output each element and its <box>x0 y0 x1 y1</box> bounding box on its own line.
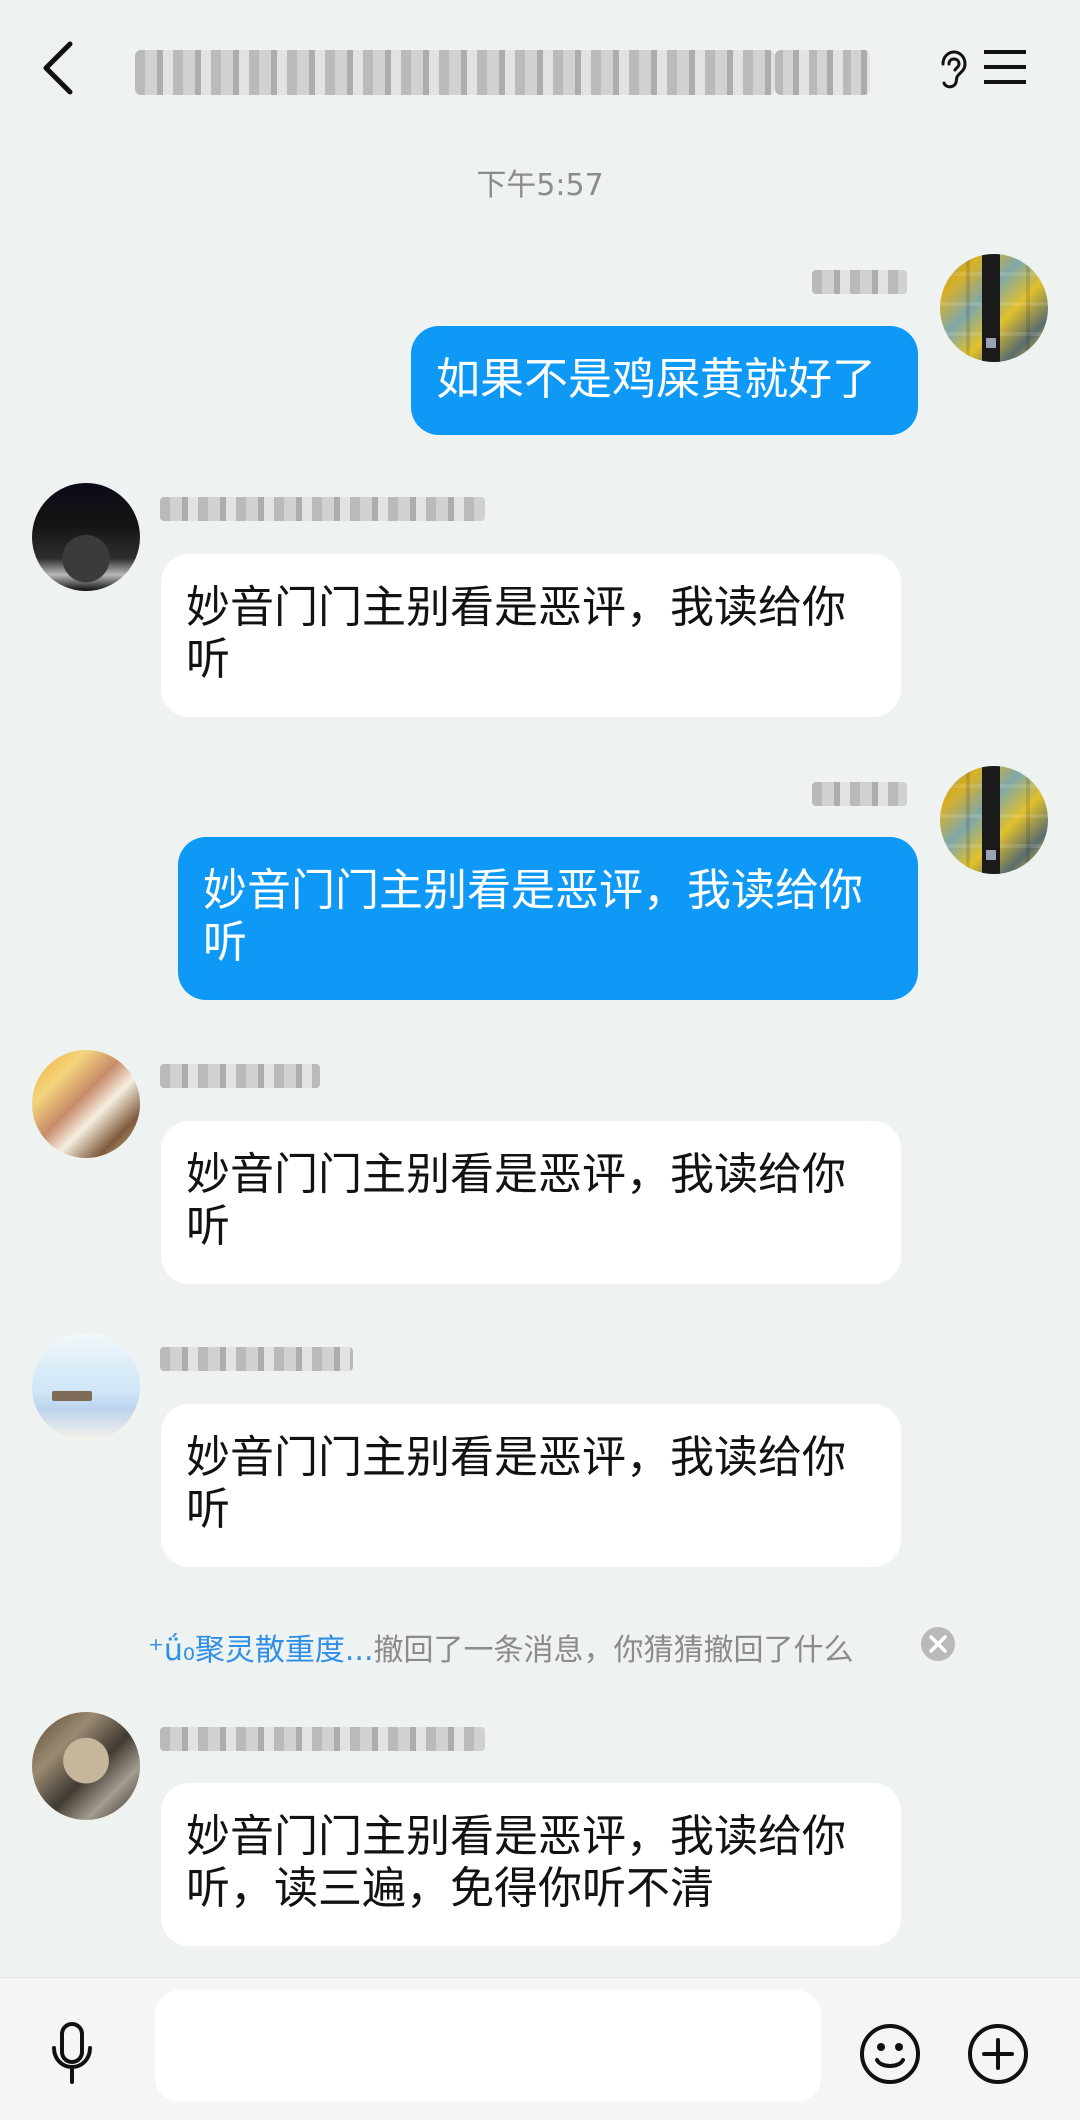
menu-icon[interactable] <box>982 47 1028 87</box>
message-input[interactable] <box>155 1990 821 2102</box>
avatar[interactable] <box>32 483 140 591</box>
message-text: 妙音门门主别看是恶评，我读给你听 <box>186 1432 846 1535</box>
message-bubble-other[interactable]: 妙音门门主别看是恶评，我读给你听 <box>161 1404 901 1567</box>
message-text: 妙音门门主别看是恶评，我读给你听 <box>203 865 863 968</box>
back-chevron-icon[interactable] <box>40 38 80 98</box>
recall-notice: ⁺ǘ₀聚灵散重度...撤回了一条消息，你猜猜撤回了什么 <box>148 1625 853 1669</box>
message-timestamp: 下午5:57 <box>476 168 604 203</box>
message-text: 妙音门门主别看是恶评，我读给你听，读三遍，免得你听不清 <box>186 1811 846 1914</box>
sender-name-blurred <box>160 1064 320 1088</box>
message-text: 妙音门门主别看是恶评，我读给你听 <box>186 582 846 685</box>
message-bubble-other[interactable]: 妙音门门主别看是恶评，我读给你听 <box>161 554 901 717</box>
microphone-icon[interactable] <box>47 2020 97 2090</box>
avatar[interactable] <box>32 1333 140 1441</box>
message-text: 妙音门门主别看是恶评，我读给你听 <box>186 1149 846 1252</box>
recall-sender-name[interactable]: ⁺ǘ₀聚灵散重度... <box>148 1633 373 1668</box>
chat-title-blurred <box>135 50 870 95</box>
message-bubble-other[interactable]: 妙音门门主别看是恶评，我读给你听，读三遍，免得你听不清 <box>161 1783 901 1946</box>
message-bubble-self[interactable]: 妙音门门主别看是恶评，我读给你听 <box>178 837 918 1000</box>
avatar[interactable] <box>32 1712 140 1820</box>
avatar[interactable] <box>32 1050 140 1158</box>
sender-name-blurred <box>160 1347 353 1371</box>
close-icon[interactable] <box>920 1626 956 1662</box>
avatar[interactable] <box>940 254 1048 362</box>
message-bubble-other[interactable]: 妙音门门主别看是恶评，我读给你听 <box>161 1121 901 1284</box>
emoji-icon[interactable] <box>858 2022 922 2086</box>
ear-icon[interactable] <box>933 48 969 92</box>
sender-name-blurred <box>160 497 485 521</box>
recall-text: 撤回了一条消息，你猜猜撤回了什么 <box>373 1633 854 1668</box>
avatar[interactable] <box>940 766 1048 874</box>
message-text: 如果不是鸡屎黄就好了 <box>436 354 876 405</box>
sender-name-blurred <box>812 270 907 294</box>
add-icon[interactable] <box>966 2022 1030 2086</box>
sender-name-blurred <box>160 1727 485 1751</box>
sender-name-blurred <box>812 782 907 806</box>
message-bubble-self[interactable]: 如果不是鸡屎黄就好了 <box>411 326 918 435</box>
